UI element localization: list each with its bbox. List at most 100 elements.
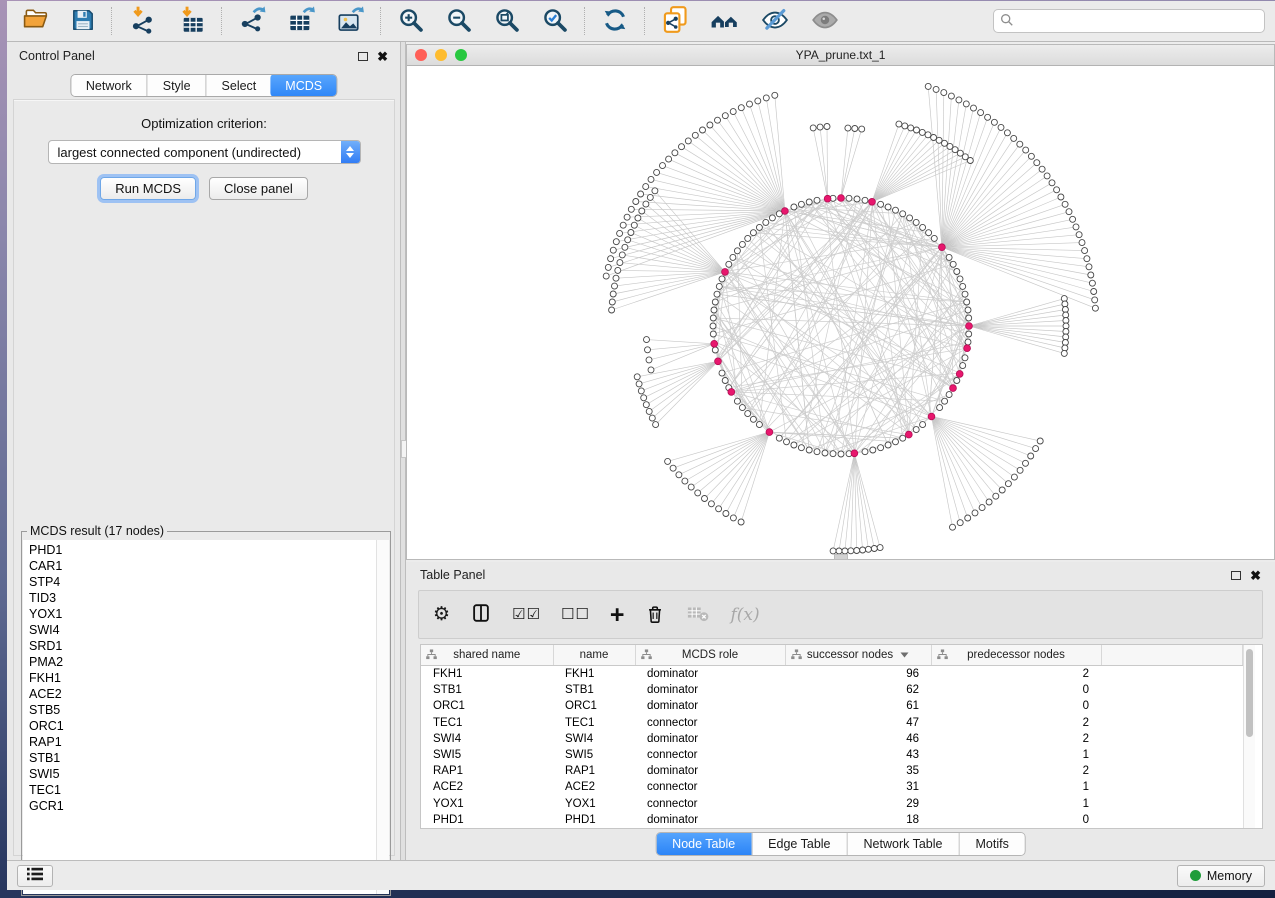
- tab-style[interactable]: Style: [147, 75, 206, 96]
- mcds-result-item[interactable]: FKH1: [29, 670, 376, 686]
- close-table-panel-button[interactable]: ✖: [1250, 569, 1261, 582]
- cell-shared_name[interactable]: RAP1: [421, 763, 553, 779]
- horizontal-splitter-grip[interactable]: [834, 554, 848, 560]
- cell-successor_nodes[interactable]: 18: [785, 812, 931, 828]
- export-image-button[interactable]: [330, 3, 371, 39]
- first-neighbors-button[interactable]: [704, 3, 746, 40]
- cell-successor_nodes[interactable]: 35: [785, 763, 931, 779]
- cell-mcds_role[interactable]: connector: [635, 796, 785, 812]
- column-header-predecessor-nodes[interactable]: predecessor nodes: [931, 645, 1101, 666]
- open-file-button[interactable]: [17, 4, 56, 38]
- mcds-result-item[interactable]: SWI4: [29, 622, 376, 638]
- cell-mcds_role[interactable]: connector: [635, 779, 785, 795]
- cell-shared_name[interactable]: STB1: [421, 682, 553, 698]
- tab-mcds[interactable]: MCDS: [270, 74, 337, 97]
- search-input[interactable]: [1018, 13, 1258, 29]
- tab-edge-table[interactable]: Edge Table: [751, 833, 846, 855]
- mcds-result-item[interactable]: ORC1: [29, 718, 376, 734]
- close-window-light[interactable]: [415, 49, 427, 61]
- mcds-result-item[interactable]: RAP1: [29, 734, 376, 750]
- cell-mcds_role[interactable]: dominator: [635, 666, 785, 683]
- cell-predecessor_nodes[interactable]: 0: [931, 698, 1101, 714]
- table-row[interactable]: PHD1PHD1dominator180: [421, 812, 1243, 828]
- table-row[interactable]: RAP1RAP1dominator352: [421, 763, 1243, 779]
- cell-mcds_role[interactable]: dominator: [635, 812, 785, 828]
- cell-name[interactable]: SWI4: [553, 731, 635, 747]
- float-table-panel-button[interactable]: [1231, 571, 1241, 580]
- cell-predecessor_nodes[interactable]: 1: [931, 796, 1101, 812]
- mcds-result-item[interactable]: SWI5: [29, 766, 376, 782]
- column-header-shared-name[interactable]: shared name: [421, 645, 553, 666]
- cell-mcds_role[interactable]: dominator: [635, 731, 785, 747]
- result-list-scrollbar[interactable]: [376, 540, 389, 894]
- save-session-button[interactable]: [64, 5, 102, 38]
- mcds-result-item[interactable]: PHD1: [29, 542, 376, 558]
- select-all-button[interactable]: ☑☑: [512, 607, 541, 622]
- node-table[interactable]: shared namenameMCDS rolesuccessor nodesp…: [421, 645, 1243, 828]
- cell-mcds_role[interactable]: connector: [635, 715, 785, 731]
- table-row[interactable]: STB1STB1dominator620: [421, 682, 1243, 698]
- mcds-result-item[interactable]: TID3: [29, 590, 376, 606]
- export-network-button[interactable]: [232, 3, 273, 39]
- cell-name[interactable]: TEC1: [553, 715, 635, 731]
- cell-predecessor_nodes[interactable]: 0: [931, 812, 1101, 828]
- cell-mcds_role[interactable]: dominator: [635, 698, 785, 714]
- cell-predecessor_nodes[interactable]: 2: [931, 763, 1101, 779]
- cell-name[interactable]: RAP1: [553, 763, 635, 779]
- table-settings-button[interactable]: ⚙: [433, 605, 450, 624]
- table-scrollbar-thumb[interactable]: [1246, 649, 1253, 737]
- mcds-result-item[interactable]: TEC1: [29, 782, 376, 798]
- cell-name[interactable]: SWI5: [553, 747, 635, 763]
- mcds-result-item[interactable]: STB1: [29, 750, 376, 766]
- zoom-fit-button[interactable]: [487, 4, 527, 39]
- cell-shared_name[interactable]: YOX1: [421, 796, 553, 812]
- zoom-selected-button[interactable]: [535, 4, 575, 39]
- cell-mcds_role[interactable]: dominator: [635, 763, 785, 779]
- table-row[interactable]: SWI4SWI4dominator462: [421, 731, 1243, 747]
- deselect-all-button[interactable]: ☐☐: [561, 607, 590, 622]
- clone-network-button[interactable]: [655, 3, 696, 39]
- import-table-button[interactable]: [171, 3, 212, 39]
- close-panel-button[interactable]: ✖: [377, 50, 388, 63]
- cell-name[interactable]: PHD1: [553, 812, 635, 828]
- tab-node-table[interactable]: Node Table: [656, 833, 751, 855]
- column-header-MCDS-role[interactable]: MCDS role: [635, 645, 785, 666]
- delete-table-button[interactable]: [686, 602, 710, 627]
- cell-predecessor_nodes[interactable]: 2: [931, 731, 1101, 747]
- cell-shared_name[interactable]: PHD1: [421, 812, 553, 828]
- function-builder-button[interactable]: f(x): [730, 605, 759, 625]
- cell-successor_nodes[interactable]: 47: [785, 715, 931, 731]
- column-header-name[interactable]: name: [553, 645, 635, 666]
- import-network-button[interactable]: [122, 3, 163, 39]
- close-mcds-panel-button[interactable]: Close panel: [209, 177, 308, 200]
- add-column-button[interactable]: +: [610, 605, 625, 625]
- mcds-result-item[interactable]: STP4: [29, 574, 376, 590]
- table-row[interactable]: ACE2ACE2connector311: [421, 779, 1243, 795]
- cell-predecessor_nodes[interactable]: 1: [931, 747, 1101, 763]
- refresh-button[interactable]: [595, 4, 635, 39]
- run-mcds-button[interactable]: Run MCDS: [100, 177, 196, 200]
- tab-network-table[interactable]: Network Table: [847, 833, 959, 855]
- cell-mcds_role[interactable]: dominator: [635, 682, 785, 698]
- show-all-button[interactable]: [804, 3, 846, 40]
- cell-name[interactable]: YOX1: [553, 796, 635, 812]
- column-header-successor-nodes[interactable]: successor nodes: [785, 645, 931, 666]
- table-row[interactable]: YOX1YOX1connector291: [421, 796, 1243, 812]
- hide-selected-button[interactable]: [754, 3, 796, 40]
- cell-successor_nodes[interactable]: 43: [785, 747, 931, 763]
- zoom-out-button[interactable]: [439, 4, 479, 39]
- table-row[interactable]: ORC1ORC1dominator610: [421, 698, 1243, 714]
- cell-shared_name[interactable]: FKH1: [421, 666, 553, 683]
- show-panels-button[interactable]: [17, 865, 53, 887]
- cell-predecessor_nodes[interactable]: 2: [931, 666, 1101, 683]
- column-view-button[interactable]: [470, 602, 492, 627]
- cell-successor_nodes[interactable]: 31: [785, 779, 931, 795]
- cell-mcds_role[interactable]: connector: [635, 747, 785, 763]
- table-row[interactable]: TEC1TEC1connector472: [421, 715, 1243, 731]
- tab-motifs[interactable]: Motifs: [958, 833, 1024, 855]
- minimize-window-light[interactable]: [435, 49, 447, 61]
- cell-successor_nodes[interactable]: 96: [785, 666, 931, 683]
- cell-shared_name[interactable]: ORC1: [421, 698, 553, 714]
- delete-column-button[interactable]: [644, 602, 666, 627]
- mcds-result-item[interactable]: GCR1: [29, 798, 376, 814]
